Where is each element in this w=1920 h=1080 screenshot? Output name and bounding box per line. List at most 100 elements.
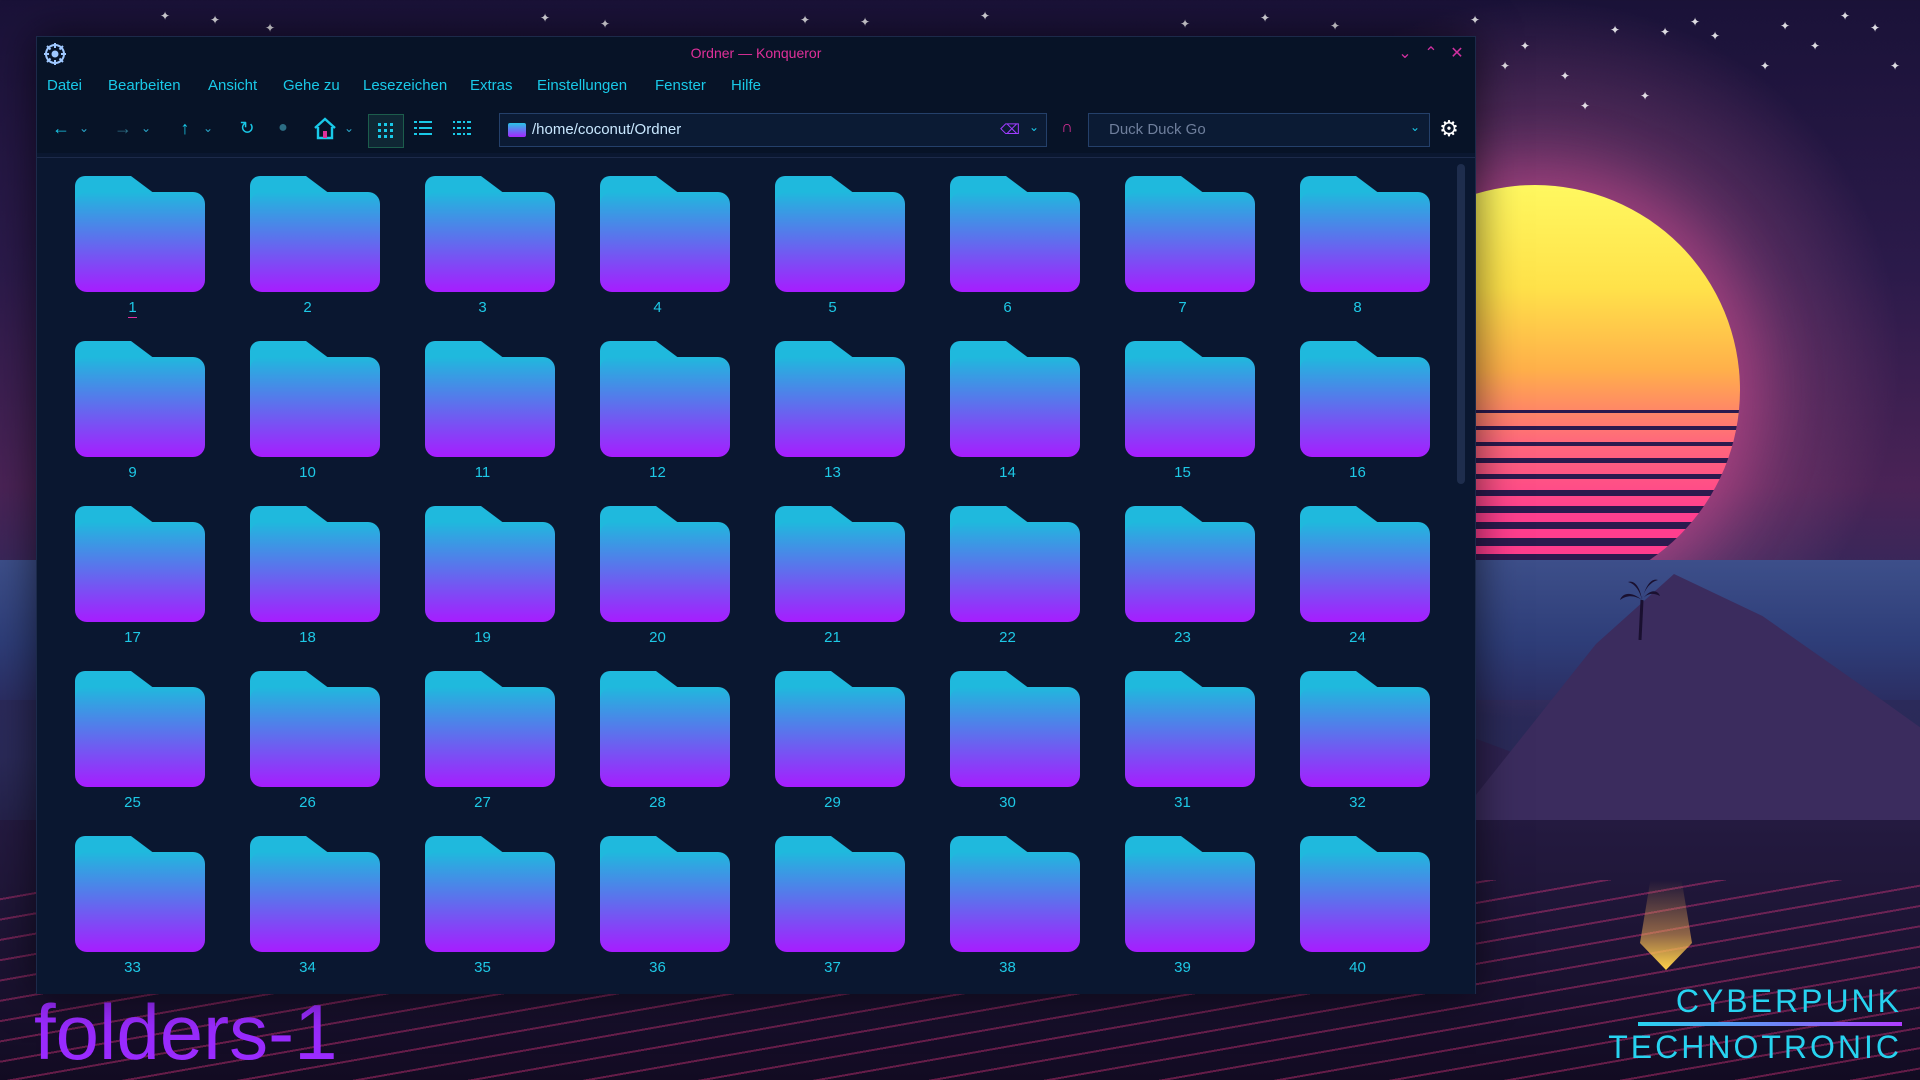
folder-label: 28 <box>649 794 666 811</box>
search-engine-chevron-icon[interactable]: ⌄ <box>1407 120 1423 140</box>
folder-icon <box>1300 176 1430 292</box>
star-icon: ✦ <box>265 21 276 35</box>
folder-item[interactable]: 10 <box>220 329 395 489</box>
folder-icon <box>775 836 905 952</box>
folder-icon <box>250 341 380 457</box>
forward-history-chevron-icon[interactable]: ⌄ <box>139 117 153 139</box>
menu-hilfe[interactable]: Hilfe <box>731 77 761 94</box>
web-search-bar[interactable]: Duck Duck Go ⌄ <box>1088 113 1430 147</box>
menu-bearbeiten[interactable]: Bearbeiten <box>108 77 181 94</box>
up-icon[interactable]: ↑ <box>173 116 197 140</box>
folder-label: 25 <box>124 794 141 811</box>
folder-item[interactable]: 39 <box>1095 824 1270 984</box>
folder-icon <box>75 671 205 787</box>
folder-item[interactable]: 26 <box>220 659 395 819</box>
home-icon[interactable] <box>312 115 338 141</box>
folder-item[interactable]: 13 <box>745 329 920 489</box>
folder-item[interactable]: 15 <box>1095 329 1270 489</box>
folder-item[interactable]: 1 <box>45 164 220 324</box>
folder-item[interactable]: 8 <box>1270 164 1445 324</box>
folder-item[interactable]: 38 <box>920 824 1095 984</box>
search-engine-placeholder[interactable]: Duck Duck Go <box>1109 121 1206 138</box>
folder-item[interactable]: 14 <box>920 329 1095 489</box>
folder-item[interactable]: 22 <box>920 494 1095 654</box>
folder-item[interactable]: 7 <box>1095 164 1270 324</box>
folder-item[interactable]: 9 <box>45 329 220 489</box>
back-history-chevron-icon[interactable]: ⌄ <box>77 117 91 139</box>
home-chevron-icon[interactable]: ⌄ <box>342 117 356 139</box>
window-title: Ordner — Konqueror <box>690 45 822 61</box>
folder-item[interactable]: 37 <box>745 824 920 984</box>
bookmark-icon[interactable]: ∩ <box>1057 116 1077 140</box>
main-toolbar: ← ⌄ → ⌄ ↑ ⌄ ↻ ● ⌄ /home/coconut/Ordner ⌫… <box>37 101 1475 153</box>
stop-icon[interactable]: ● <box>271 116 295 140</box>
folder-item[interactable]: 31 <box>1095 659 1270 819</box>
folder-item[interactable]: 36 <box>570 824 745 984</box>
folder-label: 5 <box>828 299 837 316</box>
maximize-icon[interactable]: ⌃ <box>1421 44 1441 64</box>
folder-item[interactable]: 27 <box>395 659 570 819</box>
folder-item[interactable]: 4 <box>570 164 745 324</box>
icon-view-button[interactable] <box>368 114 404 148</box>
folder-label: 38 <box>999 959 1016 976</box>
reload-icon[interactable]: ↻ <box>235 116 259 140</box>
menu-einstellungen[interactable]: Einstellungen <box>537 77 627 94</box>
back-icon[interactable]: ← <box>49 116 73 140</box>
folder-item[interactable]: 25 <box>45 659 220 819</box>
folder-item[interactable]: 32 <box>1270 659 1445 819</box>
folder-item[interactable]: 6 <box>920 164 1095 324</box>
menu-ansicht[interactable]: Ansicht <box>208 77 257 94</box>
brand-line-2: TECHNOTRONIC <box>1608 1029 1902 1065</box>
folder-item[interactable]: 33 <box>45 824 220 984</box>
menu-gehe-zu[interactable]: Gehe zu <box>283 77 340 94</box>
location-url[interactable]: /home/coconut/Ordner <box>532 121 681 138</box>
folder-item[interactable]: 20 <box>570 494 745 654</box>
forward-icon[interactable]: → <box>111 116 135 140</box>
folder-label: 14 <box>999 464 1016 481</box>
folder-icon <box>600 176 730 292</box>
folder-item[interactable]: 18 <box>220 494 395 654</box>
minimize-icon[interactable]: ⌄ <box>1395 44 1415 64</box>
folder-item[interactable]: 35 <box>395 824 570 984</box>
compact-view-icon[interactable] <box>453 119 471 137</box>
folder-item[interactable]: 21 <box>745 494 920 654</box>
folder-item[interactable]: 34 <box>220 824 395 984</box>
details-view-icon[interactable] <box>414 119 432 137</box>
menu-bar: Datei Bearbeiten Ansicht Gehe zu Lesezei… <box>37 71 1475 101</box>
menu-datei[interactable]: Datei <box>47 77 82 94</box>
star-icon: ✦ <box>600 17 611 31</box>
vertical-scrollbar[interactable] <box>1457 164 1465 484</box>
menu-lesezeichen[interactable]: Lesezeichen <box>363 77 447 94</box>
folder-item[interactable]: 28 <box>570 659 745 819</box>
menu-fenster[interactable]: Fenster <box>655 77 706 94</box>
star-icon: ✦ <box>1890 59 1901 73</box>
gear-icon[interactable]: ⚙ <box>1435 115 1463 143</box>
close-icon[interactable]: ✕ <box>1447 44 1467 64</box>
folder-icon <box>508 123 526 137</box>
folder-item[interactable]: 19 <box>395 494 570 654</box>
folder-label: 13 <box>824 464 841 481</box>
folder-item[interactable]: 5 <box>745 164 920 324</box>
title-bar[interactable]: Ordner — Konqueror ⌄ ⌃ ✕ <box>37 37 1475 71</box>
folder-item[interactable]: 16 <box>1270 329 1445 489</box>
folder-icon <box>950 506 1080 622</box>
star-icon: ✦ <box>1580 99 1591 113</box>
folder-item[interactable]: 11 <box>395 329 570 489</box>
folder-item[interactable]: 23 <box>1095 494 1270 654</box>
folder-item[interactable]: 2 <box>220 164 395 324</box>
folder-item[interactable]: 3 <box>395 164 570 324</box>
location-history-chevron-icon[interactable]: ⌄ <box>1026 120 1042 140</box>
folder-label: 36 <box>649 959 666 976</box>
folder-icon <box>1300 836 1430 952</box>
clear-location-icon[interactable]: ⌫ <box>1000 121 1020 139</box>
location-bar[interactable]: /home/coconut/Ordner ⌫ ⌄ <box>499 113 1047 147</box>
up-history-chevron-icon[interactable]: ⌄ <box>201 117 215 139</box>
folder-item[interactable]: 24 <box>1270 494 1445 654</box>
folder-item[interactable]: 29 <box>745 659 920 819</box>
folder-item[interactable]: 30 <box>920 659 1095 819</box>
folder-item[interactable]: 40 <box>1270 824 1445 984</box>
folder-icon <box>425 671 555 787</box>
folder-item[interactable]: 17 <box>45 494 220 654</box>
folder-item[interactable]: 12 <box>570 329 745 489</box>
menu-extras[interactable]: Extras <box>470 77 513 94</box>
